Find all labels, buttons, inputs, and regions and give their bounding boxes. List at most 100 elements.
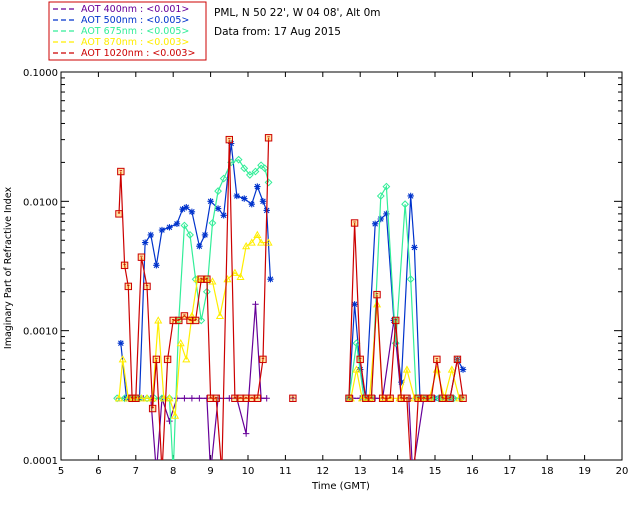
data-point (137, 253, 146, 261)
data-point (386, 394, 394, 402)
plot-frame (60, 71, 623, 461)
data-point (446, 394, 454, 402)
data-point (159, 469, 165, 475)
series-line (117, 158, 270, 460)
data-point (152, 355, 161, 364)
series-line (120, 143, 271, 399)
legend-label: AOT 675nm : <0.005> (81, 26, 189, 37)
data-point (371, 220, 379, 228)
x-tick-label: 20 (616, 466, 629, 477)
data-point (248, 201, 255, 208)
data-point (153, 262, 160, 269)
series-line (348, 222, 464, 460)
data-point (220, 212, 227, 219)
data-point (166, 417, 173, 425)
data-point (132, 394, 140, 402)
data-point (259, 198, 267, 205)
y-axis-label: Imaginary Part of Refractive Index (3, 187, 14, 350)
x-tick-label: 14 (391, 466, 404, 477)
data-point (117, 167, 125, 176)
data-point (252, 301, 259, 308)
x-tick-label: 19 (578, 466, 591, 477)
x-tick-label: 12 (316, 466, 329, 477)
data-point (233, 192, 240, 200)
y-tick-label: 0.0001 (23, 456, 58, 467)
data-point (263, 395, 270, 402)
series-4 (114, 230, 464, 419)
x-tick-label: 5 (58, 466, 64, 477)
data-point (124, 282, 133, 291)
data-point (115, 210, 123, 218)
x-axis-label: Time (GMT) (311, 481, 370, 492)
data-point (267, 276, 274, 283)
data-point (254, 183, 261, 190)
data-point (143, 282, 151, 291)
legend: AOT 400nm : <0.001>AOT 500nm : <0.005>AO… (48, 1, 207, 61)
data-point (120, 261, 129, 270)
data-point (241, 195, 248, 202)
data-point (420, 394, 428, 402)
data-point (191, 316, 200, 325)
data-point (158, 226, 166, 234)
x-tick-label: 8 (170, 466, 176, 477)
data-point (117, 340, 125, 347)
data-point (163, 355, 172, 364)
data-point (409, 496, 415, 502)
data-point (438, 394, 447, 402)
data-point (264, 134, 273, 142)
x-tick-label: 11 (279, 466, 292, 477)
data-point (377, 215, 384, 223)
data-point (207, 198, 214, 205)
data-point (181, 395, 188, 402)
date-label: Data from: 17 Aug 2015 (214, 26, 341, 38)
y-axis: 0.0001 0.0010 0.0100 0.1000 (23, 68, 622, 467)
data-point (148, 404, 157, 413)
data-point (188, 208, 196, 215)
data-point (427, 394, 435, 402)
data-point (212, 394, 220, 402)
data-point (242, 430, 250, 437)
chart: AOT 400nm : <0.001>AOT 500nm : <0.005>AO… (3, 1, 629, 502)
data-point (253, 394, 262, 402)
legend-label: AOT 870nm : <0.003> (81, 37, 189, 48)
data-point (367, 394, 376, 402)
legend-label: AOT 400nm : <0.001> (81, 4, 189, 15)
data-point (259, 355, 267, 364)
data-point (411, 244, 418, 251)
data-point (196, 242, 203, 250)
x-tick-label: 9 (207, 466, 213, 477)
data-point (141, 239, 149, 246)
data-point (147, 231, 154, 239)
data-point (225, 135, 234, 144)
series-5 (115, 134, 467, 502)
series-line (119, 304, 267, 460)
data-point (373, 290, 381, 299)
legend-label: AOT 500nm : <0.005> (81, 15, 189, 26)
data-point (409, 469, 415, 475)
data-point (459, 366, 467, 373)
data-point (166, 224, 173, 231)
x-tick-label: 13 (354, 466, 367, 477)
x-tick-label: 10 (242, 466, 255, 477)
data-point (173, 220, 181, 228)
data-point (188, 395, 196, 402)
x-tick-label: 7 (133, 466, 139, 477)
data-point (459, 394, 467, 402)
y-tick-label: 0.0100 (23, 197, 58, 208)
x-tick-label: 16 (466, 466, 479, 477)
data-point (289, 394, 297, 402)
station-label: PML, N 50 22', W 04 08', Alt 0m (214, 7, 381, 19)
x-tick-label: 6 (95, 466, 101, 477)
data-point (203, 275, 211, 283)
data-point (350, 219, 359, 227)
y-tick-label: 0.0010 (23, 327, 58, 338)
data-point (356, 355, 364, 364)
data-point (378, 394, 387, 402)
data-point (453, 355, 462, 364)
data-point (345, 394, 353, 402)
y-tick-label: 0.1000 (23, 68, 58, 79)
series-line (348, 184, 462, 399)
data-point (403, 394, 411, 402)
data-point (153, 469, 159, 475)
data-point (196, 395, 203, 402)
